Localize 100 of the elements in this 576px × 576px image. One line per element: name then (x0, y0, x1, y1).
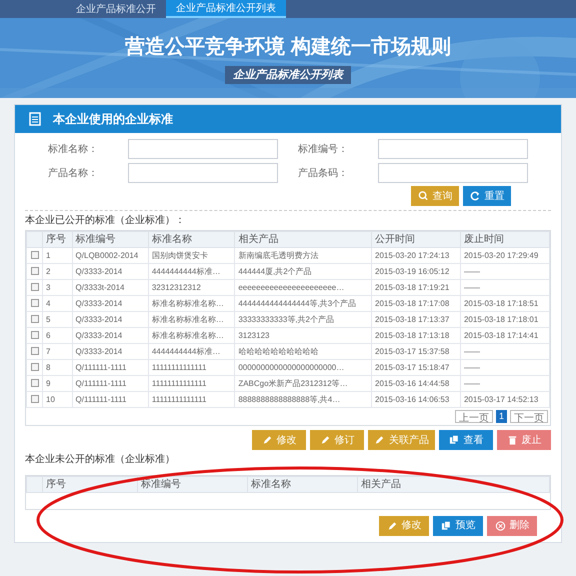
column-header: 标准名称 (148, 232, 235, 248)
table-cell: —— (460, 264, 550, 280)
table-cell: 8 (42, 360, 72, 376)
checkbox[interactable] (30, 315, 38, 324)
section-heading: 本企业已公开的标准（企业标准）： (25, 214, 186, 228)
table-cell: 0000000000000000000000… (234, 360, 372, 376)
column-header: 标准编号 (72, 232, 148, 248)
page-button[interactable]: 1 (496, 410, 507, 423)
table-cell: 2015-03-18 17:13:37 (372, 312, 460, 328)
table-cell: 8888888888888888等,共4… (234, 392, 372, 408)
action-button[interactable]: 废止 (497, 430, 551, 450)
input-field[interactable] (378, 139, 528, 159)
table-cell: Q/111111-1111 (72, 392, 148, 408)
table-cell: 7 (42, 344, 72, 360)
table-cell: 哈哈哈哈哈哈哈哈哈哈 (234, 344, 372, 360)
table-cell: Q/3333-2014 (72, 312, 148, 328)
action-button[interactable]: 关联产品 (368, 430, 435, 450)
table-cell: Q/LQB0002-2014 (72, 248, 148, 264)
nav-tab[interactable]: 企业产品标准公开 (66, 0, 166, 18)
checkbox[interactable] (30, 299, 38, 308)
table-cell: 2015-03-18 17:19:21 (372, 280, 460, 296)
table-cell: 2015-03-19 16:05:12 (372, 264, 460, 280)
banner-subtitle: 企业产品标准公开列表 (225, 66, 351, 84)
field-label: 标准编号： (298, 142, 349, 156)
checkbox[interactable] (30, 331, 38, 340)
table-cell: —— (460, 344, 550, 360)
section-heading: 本企业未公开的标准（企业标准） (25, 452, 176, 467)
field-label: 产品名称： (48, 166, 99, 180)
documents-icon (448, 434, 460, 446)
search-button[interactable]: 查询 (411, 186, 459, 206)
page-button[interactable]: 上一页 (454, 410, 493, 423)
table-cell: Q/3333-2014 (72, 328, 148, 344)
table-cell: 9 (42, 376, 72, 392)
checkbox[interactable] (30, 283, 38, 292)
table-cell: 32312312312 (148, 280, 235, 296)
table-cell: 标准名称标准名称… (148, 328, 235, 344)
table-cell: 2015-03-17 14:52:13 (460, 392, 550, 408)
search-icon (418, 190, 428, 202)
column-header: 序号 (42, 476, 138, 492)
documents-icon (440, 520, 452, 532)
table-cell: 10 (42, 392, 72, 408)
field-label: 标准名称： (48, 142, 99, 156)
table-cell: 3123123 (234, 328, 372, 344)
table-cell: 2015-03-20 17:24:13 (372, 248, 460, 264)
table-cell: 444444厦,共2个产品 (234, 264, 372, 280)
input-field[interactable] (378, 163, 528, 183)
table-cell: Q/3333t-2014 (72, 280, 148, 296)
action-button[interactable]: 预览 (433, 516, 483, 536)
table-cell: 标准名称标准名称… (148, 312, 235, 328)
table-cell: 2015-03-18 17:18:01 (460, 312, 550, 328)
action-button[interactable]: 删除 (487, 516, 537, 536)
table-cell: 2015-03-20 17:29:49 (460, 248, 550, 264)
pencil-icon (320, 434, 330, 446)
input-field[interactable] (128, 139, 278, 159)
pencil-icon (262, 434, 272, 446)
table-cell: Q/3333-2014 (72, 344, 148, 360)
checkbox[interactable] (30, 379, 38, 388)
table-cell: 2015-03-18 17:14:41 (460, 328, 550, 344)
action-button[interactable]: 修改 (379, 516, 429, 536)
checkbox[interactable] (30, 363, 38, 372)
page-button[interactable]: 下一页 (510, 410, 548, 423)
nav-tab[interactable]: 企业产品标准公开列表 (166, 0, 286, 18)
table-cell: 4444444444标准… (148, 344, 235, 360)
table-cell: 2015-03-17 15:18:47 (372, 360, 460, 376)
table-cell: —— (460, 280, 550, 296)
trash-icon (506, 434, 518, 446)
table-cell: 标准名称标准名称… (148, 296, 235, 312)
table-cell: 11111111111111 (148, 376, 235, 392)
column-header: 公开时间 (372, 232, 460, 248)
action-button[interactable]: 修改 (252, 430, 306, 450)
table-cell: 4444444444444444等,共3个产品 (234, 296, 372, 312)
table-cell: eeeeeeeeeeeeeeeeeeeeee… (234, 280, 372, 296)
table-cell: —— (460, 376, 550, 392)
pencil-icon (386, 520, 398, 532)
column-header: 废止时间 (460, 232, 550, 248)
checkbox[interactable] (30, 251, 38, 260)
table-cell: 4 (42, 296, 72, 312)
table-cell: 11111111111111 (148, 392, 235, 408)
table-cell: —— (460, 360, 550, 376)
pencil-icon (374, 434, 385, 446)
table-cell: Q/111111-1111 (72, 360, 148, 376)
table-cell: 2015-03-17 15:37:58 (372, 344, 460, 360)
table-cell: 33333333333等,共2个产品 (234, 312, 372, 328)
table-cell: 国别肉饼煲安卡 (148, 248, 235, 264)
table-cell: 4444444444标准… (148, 264, 235, 280)
column-header: 序号 (42, 232, 72, 248)
table-cell: 1 (42, 248, 72, 264)
checkbox[interactable] (30, 347, 38, 356)
input-field[interactable] (128, 163, 278, 183)
panel-title: 本企业使用的企业标准 (53, 111, 173, 128)
table-cell: 2015-03-16 14:44:58 (372, 376, 460, 392)
action-button[interactable]: 修订 (310, 430, 364, 450)
checkbox[interactable] (30, 267, 38, 276)
checkbox[interactable] (30, 395, 38, 404)
refresh-icon (470, 190, 480, 202)
table-cell: Q/3333-2014 (72, 264, 148, 280)
reset-button[interactable]: 重置 (463, 186, 511, 206)
table-cell: 2015-03-16 14:06:53 (372, 392, 460, 408)
table-cell: 11111111111111 (148, 360, 235, 376)
action-button[interactable]: 查看 (439, 430, 493, 450)
